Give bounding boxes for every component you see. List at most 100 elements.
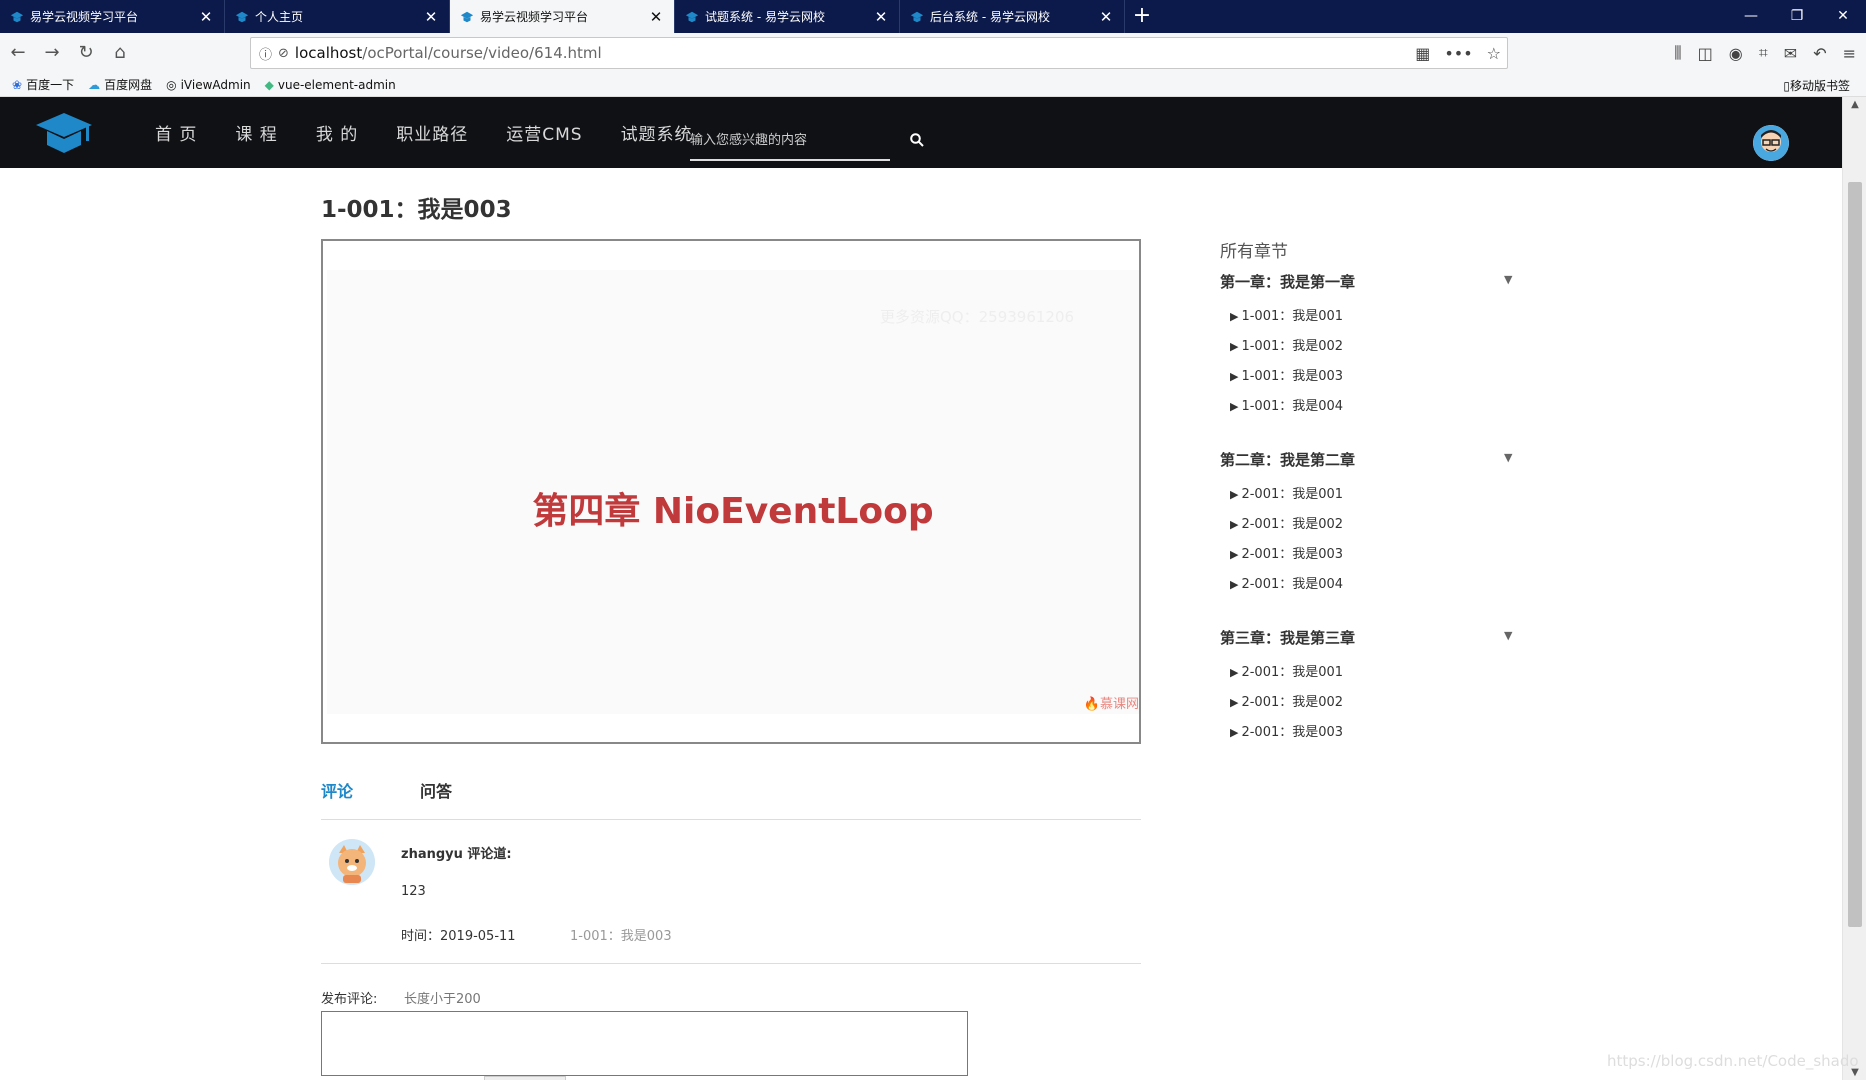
tracking-protection-icon[interactable]: ⊘: [278, 46, 289, 61]
tab-qa[interactable]: 问答: [420, 778, 452, 802]
video-frame[interactable]: 更多资源QQ：2593961206 第四章 NioEventLoop: [327, 270, 1139, 714]
browser-tab-3-active[interactable]: 易学云视频学习平台 ✕: [450, 0, 675, 33]
browser-tab-5[interactable]: 后台系统 - 易学云网校 ✕: [900, 0, 1125, 33]
bookmark-baidu[interactable]: ❀ 百度一下: [12, 76, 74, 93]
menu-icon[interactable]: ≡: [1843, 44, 1856, 63]
search-box: [690, 125, 890, 161]
close-tab-icon[interactable]: ✕: [648, 8, 664, 26]
nav-mine[interactable]: 我 的: [316, 120, 358, 145]
browser-nav-bar: ← → ↻ ⌂ ⓘ ⊘ localhost/ocPortal/course/vi…: [0, 33, 1866, 73]
lesson-item[interactable]: ▶ 2-001：我是004: [1220, 570, 1520, 600]
lesson-item[interactable]: ▶ 2-001：我是003: [1220, 718, 1520, 748]
browser-tab-title: 个人主页: [255, 10, 304, 24]
site-header: 首 页 课 程 我 的 职业路径 运营CMS 试题系统: [0, 97, 1842, 168]
close-tab-icon[interactable]: ✕: [423, 8, 439, 26]
chat-icon[interactable]: ✉: [1784, 44, 1797, 63]
chevron-down-icon[interactable]: ▼: [1504, 448, 1512, 468]
nav-exam-system[interactable]: 试题系统: [621, 120, 693, 145]
nav-career-path[interactable]: 职业路径: [396, 120, 468, 145]
bookmark-star-icon[interactable]: ☆: [1487, 44, 1501, 63]
browser-tab-title: 后台系统 - 易学云网校: [930, 10, 1050, 24]
lesson-item[interactable]: ▶ 2-001：我是002: [1220, 688, 1520, 718]
home-icon[interactable]: ⌂: [104, 37, 136, 69]
graduation-cap-logo-icon[interactable]: [34, 109, 94, 157]
submit-comment-button[interactable]: [484, 1076, 566, 1080]
qr-code-icon[interactable]: ▦: [1415, 44, 1430, 63]
url-bar[interactable]: ⓘ ⊘ localhost/ocPortal/course/video/614.…: [250, 37, 1508, 69]
chevron-down-icon[interactable]: ▼: [1504, 270, 1512, 290]
minimize-icon[interactable]: —: [1728, 0, 1774, 33]
tab-comments[interactable]: 评论: [321, 778, 353, 802]
close-window-icon[interactable]: ✕: [1820, 0, 1866, 33]
screenshot-icon[interactable]: ⌗: [1759, 43, 1768, 63]
chapter-name: 第一章：我是第一章: [1220, 273, 1356, 291]
chapter-1: 第一章：我是第一章 ▼ ▶ 1-001：我是001 ▶ 1-001：我是002 ▶ 1-…: [1220, 272, 1520, 422]
chapter-header[interactable]: 第一章：我是第一章 ▼: [1220, 272, 1520, 302]
graduation-cap-icon: [235, 11, 249, 22]
play-icon: ▶: [1230, 488, 1239, 501]
leaf-icon: ◆: [264, 77, 274, 92]
search-icon[interactable]: [910, 133, 924, 151]
user-avatar[interactable]: [1753, 125, 1789, 161]
bookmark-iviewadmin[interactable]: ◎ iViewAdmin: [166, 78, 251, 92]
scroll-up-icon[interactable]: ▲: [1843, 99, 1866, 110]
comment-textarea[interactable]: [321, 1011, 968, 1076]
close-tab-icon[interactable]: ✕: [1098, 8, 1114, 26]
more-actions-icon[interactable]: •••: [1444, 44, 1472, 63]
bookmark-vue-element-admin[interactable]: ◆ vue-element-admin: [265, 78, 396, 92]
browser-tab-title: 易学云视频学习平台: [480, 10, 589, 24]
reload-icon[interactable]: ↻: [70, 37, 102, 69]
forward-arrow-icon[interactable]: →: [36, 37, 68, 69]
lesson-item[interactable]: ▶ 2-001：我是001: [1220, 480, 1520, 510]
lesson-item[interactable]: ▶ 1-001：我是003: [1220, 362, 1520, 392]
lesson-item[interactable]: ▶ 1-001：我是001: [1220, 302, 1520, 332]
bookmark-label: 百度一下: [26, 78, 75, 92]
nav-courses[interactable]: 课 程: [235, 120, 277, 145]
toolbar-actions: ⫼ ◫ ◉ ⌗ ✉ ↶ ≡: [1674, 33, 1856, 73]
chapter-name: 第二章：我是第二章: [1220, 451, 1356, 469]
browser-tab-1[interactable]: 易学云视频学习平台 ✕: [0, 0, 225, 33]
video-player[interactable]: 更多资源QQ：2593961206 第四章 NioEventLoop 🔥慕课网: [321, 239, 1141, 744]
play-icon: ▶: [1230, 726, 1239, 739]
info-icon[interactable]: ⓘ: [259, 44, 272, 63]
lesson-label: 1-001：我是004: [1241, 399, 1344, 414]
search-input[interactable]: [690, 125, 890, 155]
chapter-name: 第三章：我是第三章: [1220, 629, 1356, 647]
graduation-cap-icon: [460, 11, 474, 22]
chevron-down-icon[interactable]: ▼: [1504, 626, 1512, 646]
nav-cms[interactable]: 运营CMS: [506, 120, 582, 145]
chapter-2: 第二章：我是第二章 ▼ ▶ 2-001：我是001 ▶ 2-001：我是002 ▶ 2-…: [1220, 450, 1520, 600]
browser-tab-title: 易学云视频学习平台: [30, 10, 139, 24]
flame-icon: 🔥: [1083, 697, 1100, 712]
page-scrollbar[interactable]: ▲ ▼: [1842, 97, 1866, 1080]
sidebar-icon[interactable]: ◫: [1698, 44, 1713, 63]
lesson-item[interactable]: ▶ 1-001：我是004: [1220, 392, 1520, 422]
lesson-item[interactable]: ▶ 2-001：我是002: [1220, 510, 1520, 540]
restore-icon[interactable]: ❐: [1774, 0, 1820, 33]
undo-icon[interactable]: ↶: [1813, 44, 1826, 63]
commenter-avatar: [329, 839, 375, 885]
browser-tab-2[interactable]: 个人主页 ✕: [225, 0, 450, 33]
scrollbar-thumb[interactable]: [1848, 182, 1862, 927]
library-icon[interactable]: ⫼: [1674, 43, 1681, 63]
browser-tab-4[interactable]: 试题系统 - 易学云网校 ✕: [675, 0, 900, 33]
mobile-bookmarks-label: 移动版书签: [1789, 79, 1850, 93]
mobile-bookmarks[interactable]: ▯移动版书签: [1783, 77, 1850, 94]
nav-home[interactable]: 首 页: [155, 120, 197, 145]
lesson-item[interactable]: ▶ 2-001：我是003: [1220, 540, 1520, 570]
back-arrow-icon[interactable]: ←: [2, 37, 34, 69]
bookmark-baidu-pan[interactable]: ☁ 百度网盘: [88, 76, 152, 93]
phone-icon: ▯: [1783, 79, 1790, 93]
new-tab-button[interactable]: +: [1125, 0, 1159, 33]
chapter-header[interactable]: 第二章：我是第二章 ▼: [1220, 450, 1520, 480]
lesson-label: 2-001：我是003: [1241, 725, 1344, 740]
cloud-icon: ☁: [88, 77, 101, 92]
close-tab-icon[interactable]: ✕: [873, 8, 889, 26]
play-icon: ▶: [1230, 370, 1239, 383]
lesson-item[interactable]: ▶ 2-001：我是001: [1220, 658, 1520, 688]
close-tab-icon[interactable]: ✕: [198, 8, 214, 26]
lesson-item[interactable]: ▶ 1-001：我是002: [1220, 332, 1520, 362]
chapter-header[interactable]: 第三章：我是第三章 ▼: [1220, 628, 1520, 658]
account-icon[interactable]: ◉: [1729, 44, 1743, 63]
video-brand: 🔥慕课网: [1084, 693, 1139, 712]
